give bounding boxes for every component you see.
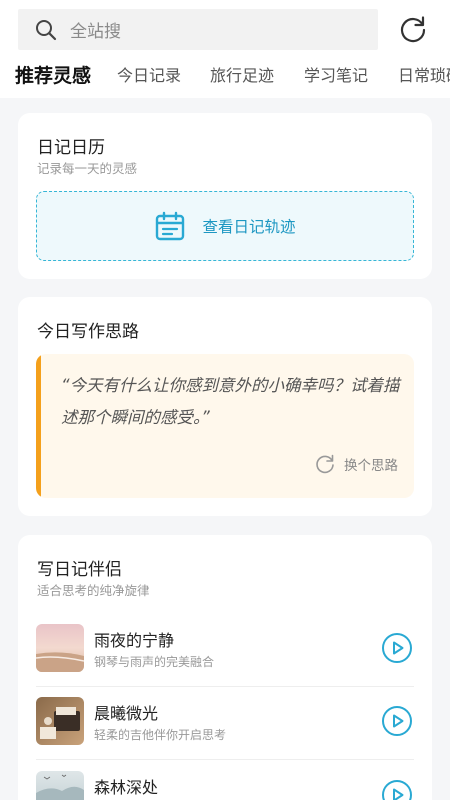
swap-idea-button[interactable]: 换个思路 (314, 453, 398, 475)
play-icon[interactable] (381, 779, 413, 800)
divider (36, 686, 414, 687)
calendar-icon (156, 211, 185, 241)
card-subtitle: 记录每一天的灵感 (37, 161, 138, 176)
music-subtitle: 轻柔的吉他伴你开启思考 (94, 728, 227, 742)
category-tabs: 推荐灵感 今日记录 旅行足迹 学习笔记 日常琐碎 (0, 60, 450, 92)
music-thumbnail-lake (36, 771, 84, 800)
tab-recommended[interactable]: 推荐灵感 (15, 60, 91, 92)
card-subtitle: 适合思考的纯净旋律 (37, 583, 150, 598)
prompt-quote-box: “今天有什么让你感到意外的小确幸吗？试着描述那个瞬间的感受。” 换个思路 (36, 354, 414, 498)
refresh-icon (316, 454, 334, 474)
music-item-dawn-light[interactable]: 晨曦微光 轻柔的吉他伴你开启思考 (36, 697, 414, 763)
tab-daily[interactable]: 日常琐碎 (398, 60, 450, 92)
prompt-quote: “今天有什么让你感到意外的小确幸吗？试着描述那个瞬间的感受。” (61, 376, 400, 427)
play-icon[interactable] (381, 632, 413, 664)
music-title: 晨曦微光 (94, 704, 159, 723)
search-placeholder: 全站搜 (70, 22, 121, 42)
top-bar: 全站搜 推荐灵感 今日记录 旅行足迹 学习笔记 日常琐碎 (0, 0, 450, 98)
view-diary-track-label: 查看日记轨迹 (202, 218, 296, 236)
music-title: 雨夜的宁静 (94, 631, 175, 650)
music-item-rain-night[interactable]: 雨夜的宁静 钢琴与雨声的完美融合 (36, 624, 414, 690)
writing-prompt-card: 今日写作思路 “今天有什么让你感到意外的小确幸吗？试着描述那个瞬间的感受。” 换… (18, 297, 432, 516)
divider (36, 759, 414, 760)
tab-today[interactable]: 今日记录 (117, 60, 181, 92)
music-thumbnail-beach (36, 624, 84, 672)
search-icon (36, 19, 57, 40)
swap-idea-label: 换个思路 (344, 458, 398, 474)
music-subtitle: 钢琴与雨声的完美融合 (94, 655, 215, 669)
music-companion-card: 写日记伴侣 适合思考的纯净旋律 雨夜的宁静 钢琴与雨声的完美融合 晨曦微光 轻柔… (18, 535, 432, 800)
view-diary-track-button[interactable]: 查看日记轨迹 (36, 191, 414, 261)
card-title: 今日写作思路 (37, 322, 139, 342)
music-title: 森林深处 (94, 778, 159, 797)
music-thumbnail-typewriter (36, 697, 84, 745)
tab-study[interactable]: 学习笔记 (304, 60, 368, 92)
quote-accent-bar (36, 354, 41, 498)
refresh-icon[interactable] (398, 14, 428, 44)
play-icon[interactable] (381, 705, 413, 737)
diary-calendar-card: 日记日历 记录每一天的灵感 查看日记轨迹 (18, 113, 432, 279)
search-bar[interactable]: 全站搜 (18, 9, 378, 50)
card-title: 日记日历 (37, 138, 105, 158)
tab-travel[interactable]: 旅行足迹 (210, 60, 274, 92)
card-title: 写日记伴侣 (37, 560, 122, 580)
music-item-deep-forest[interactable]: 森林深处 (36, 771, 414, 800)
